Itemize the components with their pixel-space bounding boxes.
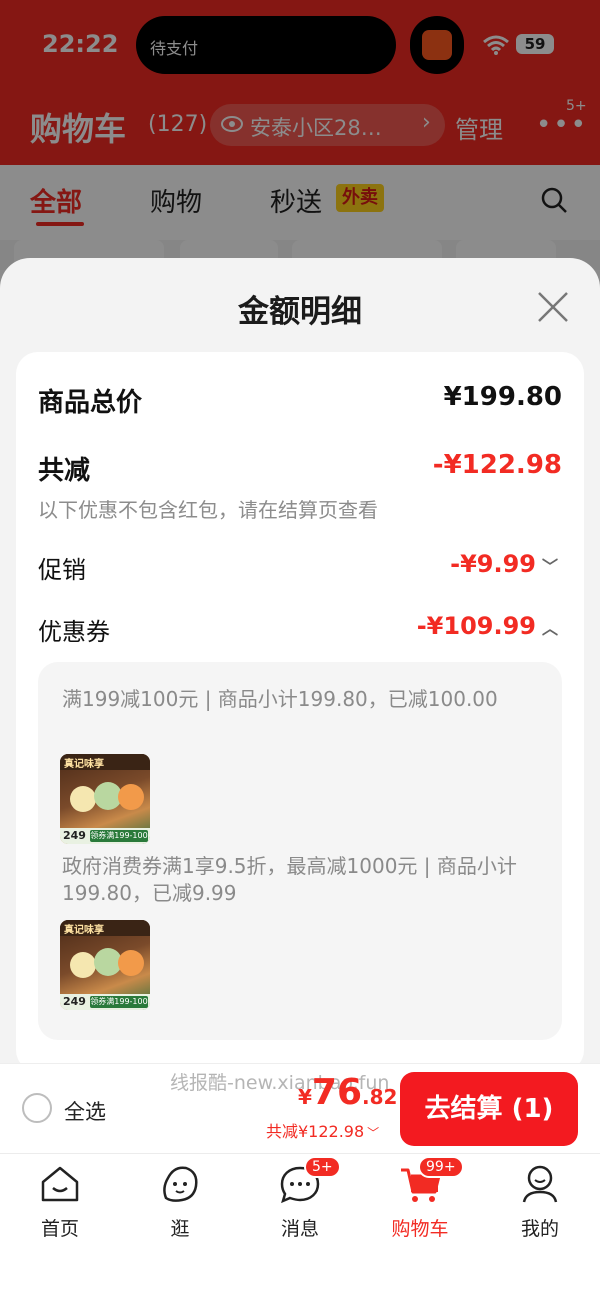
chevron-down-icon: ﹀ xyxy=(541,557,558,576)
tab-messages[interactable]: 5+ 消息 xyxy=(240,1156,360,1242)
thumb-price: 249 xyxy=(63,995,86,1008)
tab-cart[interactable]: 99+ 购物车 xyxy=(360,1156,480,1242)
total-discount-value: -¥122.98 xyxy=(432,450,562,480)
price-decimal: .82 xyxy=(362,1085,398,1109)
tab-label: 购物车 xyxy=(391,1218,449,1240)
coupon-description: 满199减100元 | 商品小计199.80，已减100.00 xyxy=(62,687,498,711)
tab-profile[interactable]: 我的 xyxy=(480,1162,600,1242)
tab-browse[interactable]: 逛 xyxy=(120,1162,240,1242)
tab-label: 首页 xyxy=(40,1218,79,1240)
tab-label: 我的 xyxy=(520,1218,559,1240)
total-discount-label: 共减 xyxy=(38,456,91,486)
select-all-checkbox[interactable] xyxy=(22,1093,52,1123)
thumb-brand: 真记味享 xyxy=(64,759,104,770)
thumb-tag: 领券满199-100 xyxy=(90,830,148,842)
promotion-value: -¥9.99 xyxy=(450,550,536,578)
promotion-label: 促销 xyxy=(38,556,86,584)
chevron-up-icon: ︿ xyxy=(541,619,558,638)
messages-badge: 5+ xyxy=(304,1156,341,1178)
home-icon xyxy=(41,1166,79,1202)
price-symbol: ¥ xyxy=(298,1085,312,1109)
tab-home[interactable]: 首页 xyxy=(0,1162,120,1242)
close-icon[interactable] xyxy=(534,288,572,326)
discount-summary: 共减¥122.98 xyxy=(266,1122,365,1141)
browse-icon xyxy=(163,1166,198,1202)
total-price-label: 商品总价 xyxy=(38,388,143,418)
total-price: ¥76.82 xyxy=(298,1072,397,1113)
product-thumbnail[interactable]: 真记味享 249 领券满199-100 xyxy=(60,754,150,844)
discount-note: 以下优惠不包含红包，请在结算页查看 xyxy=(38,498,378,522)
coupon-value: -¥109.99 xyxy=(416,612,536,640)
coupon-description: 政府消费券满1享9.5折，最高减1000元 | 商品小计199.80，已减9.9… xyxy=(62,854,517,905)
checkout-button[interactable]: 去结算 (1) xyxy=(400,1072,578,1146)
chevron-down-icon: ﹀ xyxy=(367,1126,380,1140)
thumb-tag: 领券满199-100 xyxy=(90,996,148,1008)
tab-label: 逛 xyxy=(170,1218,190,1240)
coupon-row-toggle[interactable]: -¥109.99 ︿ xyxy=(417,612,558,640)
thumb-price: 249 xyxy=(63,829,86,842)
price-integer: 76 xyxy=(311,1072,363,1113)
tab-label: 消息 xyxy=(280,1218,319,1240)
coupon-label: 优惠券 xyxy=(38,618,110,646)
product-thumbnail[interactable]: 真记味享 249 领券满199-100 xyxy=(60,920,150,1010)
promotion-row-toggle[interactable]: -¥9.99 ﹀ xyxy=(450,550,558,578)
total-price-value: ¥199.80 xyxy=(443,382,562,412)
profile-icon xyxy=(522,1165,558,1203)
thumb-brand: 真记味享 xyxy=(64,925,104,936)
select-all-label: 全选 xyxy=(64,1100,106,1124)
cart-badge: 99+ xyxy=(418,1156,464,1178)
discount-summary-toggle[interactable]: 共减¥122.98 ﹀ xyxy=(266,1118,379,1142)
sheet-title: 金额明细 xyxy=(238,294,362,330)
